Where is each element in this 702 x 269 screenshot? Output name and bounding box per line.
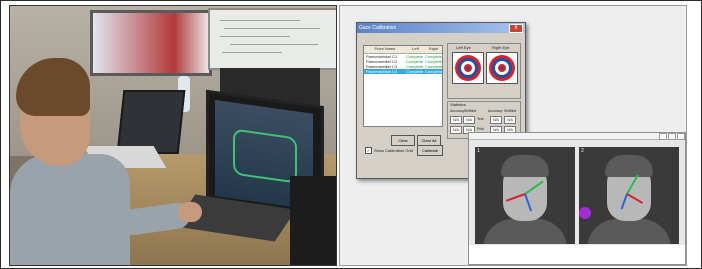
stat-header: Accuracy <box>450 109 465 113</box>
subject-hair <box>605 155 653 177</box>
right-status: Complete <box>425 69 443 74</box>
eye-target-icon <box>489 55 515 81</box>
camera-number: 2 <box>581 148 584 154</box>
whiteboard <box>208 8 336 70</box>
list-header: Point Name Left Right <box>364 46 442 54</box>
stat-header: Shiftline <box>464 109 477 113</box>
checkbox-icon[interactable]: ✓ <box>365 147 372 154</box>
camera-view-window: 1 2 <box>468 132 686 265</box>
stat-value: N/A <box>463 116 475 124</box>
column-point-name[interactable]: Point Name <box>364 46 406 53</box>
subject-hair <box>501 155 549 177</box>
laptop <box>116 90 186 154</box>
video-footer <box>469 245 685 264</box>
software-screen: Gaze Calibration x Point Name Left Right… <box>339 5 687 266</box>
gaze-marker <box>579 207 591 219</box>
stat-value: N/A <box>450 116 462 124</box>
minimize-icon[interactable] <box>659 133 667 140</box>
wall-poster <box>90 10 212 76</box>
column-right[interactable]: Right <box>425 46 442 53</box>
camera-feed-right: 2 <box>579 147 679 244</box>
camera-number: 1 <box>477 148 480 154</box>
track-outline <box>233 128 297 184</box>
participant-body <box>10 154 130 265</box>
left-eye-label: Left Eye <box>456 45 471 50</box>
eye-target-icon <box>455 55 481 81</box>
left-status: Complete <box>406 69 424 74</box>
participant-photo <box>9 5 337 266</box>
dialog-title: Gaze Calibration <box>359 25 397 31</box>
stat-row-label: Pilot <box>477 127 484 131</box>
stat-header: Accuracy <box>488 109 503 113</box>
clear-button[interactable]: Clear <box>391 135 415 146</box>
stat-value: N/A <box>504 116 516 124</box>
right-eye-label: Right Eye <box>492 45 510 50</box>
statistics-title: Statistics <box>450 102 467 107</box>
stat-row-label: Test <box>477 117 484 121</box>
list-item-selected[interactable]: Pannenwinkel C4 Complete Complete <box>364 69 442 74</box>
stat-header: Shiftline <box>504 109 517 113</box>
stat-value: N/A <box>490 116 502 124</box>
calibration-point-list[interactable]: Point Name Left Right Pannenwinkel C1 Co… <box>363 45 443 127</box>
participant-hand <box>178 202 202 222</box>
dialog-titlebar[interactable]: Gaze Calibration x <box>357 23 525 33</box>
column-left[interactable]: Left <box>406 46 425 53</box>
subject-shoulders <box>483 219 567 244</box>
checkbox-label: Show Calibration Grid <box>374 148 413 153</box>
point-name: Pannenwinkel C4 <box>366 69 398 74</box>
subject-shoulders <box>587 219 671 244</box>
eye-targets-group: Left Eye Right Eye <box>447 43 521 99</box>
show-calibration-checkbox[interactable]: ✓ Show Calibration Grid <box>365 147 413 154</box>
right-eye-panel <box>486 52 518 84</box>
maximize-icon[interactable] <box>668 133 676 140</box>
left-eye-panel <box>452 52 484 84</box>
stat-value: N/A <box>450 126 462 134</box>
pc-tower <box>290 176 336 265</box>
video-frame: Gaze Calibration x Point Name Left Right… <box>0 0 702 269</box>
camera-feed-left: 1 <box>475 147 575 244</box>
calibrate-button[interactable]: Calibrate <box>417 145 443 156</box>
close-icon[interactable]: x <box>509 23 523 33</box>
video-titlebar[interactable] <box>469 133 685 140</box>
close-icon[interactable] <box>677 133 685 140</box>
